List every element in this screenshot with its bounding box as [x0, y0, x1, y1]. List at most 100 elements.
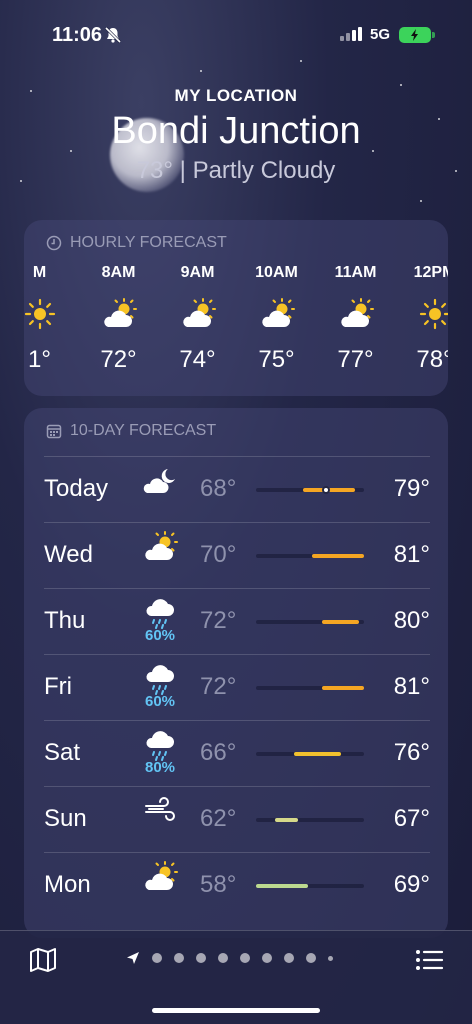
- temp-range-fill: [256, 884, 308, 888]
- partly-cloudy-icon: [237, 292, 316, 336]
- day-name: Mon: [44, 871, 91, 898]
- status-time: 11:06: [52, 24, 103, 46]
- hourly-forecast-header: HOURLY FORECAST: [24, 220, 448, 252]
- low-temp: 70°: [200, 541, 237, 568]
- hour-item: M 1°: [24, 264, 79, 374]
- low-temp: 68°: [200, 475, 237, 502]
- hourly-forecast-card[interactable]: HOURLY FORECAST M 1° 8AM 72° 9AM 74° 10AM 75° 11…: [24, 220, 448, 396]
- high-temp: 80°: [393, 607, 430, 634]
- hour-temp: 77°: [337, 346, 374, 373]
- page-dot[interactable]: [306, 953, 316, 963]
- page-dot[interactable]: [218, 953, 228, 963]
- day-row[interactable]: Sun 62° 67°: [44, 786, 430, 852]
- sun-icon: [395, 292, 448, 336]
- day-name: Thu: [44, 607, 86, 634]
- silent-bell-icon: [104, 26, 122, 44]
- temp-range-fill: [274, 818, 299, 822]
- partly-cloudy-icon: [158, 292, 237, 336]
- temp-range-fill: [321, 620, 360, 624]
- ten-day-forecast-title: 10-DAY FORECAST: [70, 422, 217, 439]
- network-type: 5G: [370, 26, 391, 43]
- map-icon[interactable]: [28, 945, 58, 975]
- hour-temp: 75°: [258, 346, 295, 373]
- hour-item: 8AM 72°: [79, 264, 158, 374]
- page-dot[interactable]: [152, 953, 162, 963]
- page-dot[interactable]: [196, 953, 206, 963]
- low-temp: 66°: [200, 739, 237, 766]
- hour-item: 10AM 75°: [237, 264, 316, 374]
- high-temp: 67°: [393, 805, 430, 832]
- page-dot[interactable]: [262, 953, 272, 963]
- home-indicator: [152, 1008, 320, 1013]
- page-dot[interactable]: [174, 953, 184, 963]
- temp-range-bar: [256, 884, 364, 888]
- temp-range-bar: [256, 818, 364, 822]
- low-temp: 58°: [200, 871, 237, 898]
- ten-day-forecast-header: 10-DAY FORECAST: [24, 408, 448, 440]
- partly-cloudy-icon: [138, 861, 182, 911]
- hour-time: 12PM: [413, 264, 448, 281]
- precip-chance: 60%: [144, 693, 176, 710]
- low-temp: 72°: [200, 607, 237, 634]
- partly-cloudy-icon: [79, 292, 158, 336]
- current-conditions: 73° | Partly Cloudy: [136, 157, 336, 184]
- day-row[interactable]: Wed 70° 81°: [44, 522, 430, 588]
- cellular-signal-icon: [340, 27, 362, 41]
- precip-chance: 80%: [144, 759, 176, 776]
- high-temp: 81°: [393, 541, 430, 568]
- day-row[interactable]: Thu 60% 72° 80°: [44, 588, 430, 654]
- low-temp: 72°: [200, 673, 237, 700]
- low-temp: 62°: [200, 805, 237, 832]
- hour-item: 12PM 78°: [395, 264, 448, 374]
- day-row[interactable]: Sat 80% 66° 76°: [44, 720, 430, 786]
- partly-cloudy-night-icon: [138, 465, 182, 515]
- temp-range-fill: [321, 686, 364, 690]
- rain-icon: 60%: [138, 597, 182, 647]
- day-row[interactable]: Fri 60% 72° 81°: [44, 654, 430, 720]
- clock-icon: [46, 235, 62, 251]
- hourly-forecast-title: HOURLY FORECAST: [70, 234, 227, 251]
- hour-time: 10AM: [255, 264, 298, 281]
- partly-cloudy-icon: [316, 292, 395, 336]
- page-dot[interactable]: [284, 953, 294, 963]
- partly-cloudy-icon: [138, 531, 182, 581]
- hour-time: 8AM: [101, 264, 136, 281]
- rain-icon: 60%: [138, 663, 182, 713]
- ten-day-forecast-card[interactable]: 10-DAY FORECAST Today 68° 79° Wed 70° 81° Thu 6…: [24, 408, 448, 938]
- hour-item: 9AM 74°: [158, 264, 237, 374]
- temp-range-fill: [293, 752, 341, 756]
- sun-icon: [24, 292, 79, 336]
- temp-range-bar: [256, 554, 364, 558]
- precip-chance: 60%: [144, 627, 176, 644]
- temp-range-bar: [256, 686, 364, 690]
- high-temp: 79°: [393, 475, 430, 502]
- hour-time: 9AM: [180, 264, 215, 281]
- rain-icon: 80%: [138, 729, 182, 779]
- hour-temp: 74°: [179, 346, 216, 373]
- calendar-icon: [46, 424, 62, 439]
- battery-charging-icon: [399, 27, 435, 43]
- list-icon[interactable]: [414, 945, 444, 975]
- hour-temp: 1°: [28, 346, 51, 373]
- page-indicator[interactable]: [126, 951, 333, 965]
- day-row[interactable]: Mon 58° 69°: [44, 852, 430, 918]
- wind-icon: [138, 795, 182, 845]
- hour-item: 11AM 77°: [316, 264, 395, 374]
- page-dot[interactable]: [240, 953, 250, 963]
- day-name: Fri: [44, 673, 72, 700]
- day-name: Sun: [44, 805, 87, 832]
- high-temp: 76°: [393, 739, 430, 766]
- location-arrow-icon: [127, 952, 139, 964]
- page-dot[interactable]: [328, 955, 333, 961]
- temp-range-bar: [256, 752, 364, 756]
- temp-range-bar: [256, 486, 364, 494]
- temp-range-bar: [256, 620, 364, 624]
- day-name: Sat: [44, 739, 81, 766]
- hourly-row[interactable]: M 1° 8AM 72° 9AM 74° 10AM 75° 11AM 77° 12PM 78°: [24, 264, 448, 374]
- hour-time: M: [32, 264, 47, 281]
- location-header: MY LOCATION Bondi Junction 73° | Partly …: [0, 86, 472, 185]
- high-temp: 69°: [393, 871, 430, 898]
- day-row[interactable]: Today 68° 79°: [44, 456, 430, 522]
- hour-temp: 72°: [100, 346, 137, 373]
- day-name: Wed: [44, 541, 93, 568]
